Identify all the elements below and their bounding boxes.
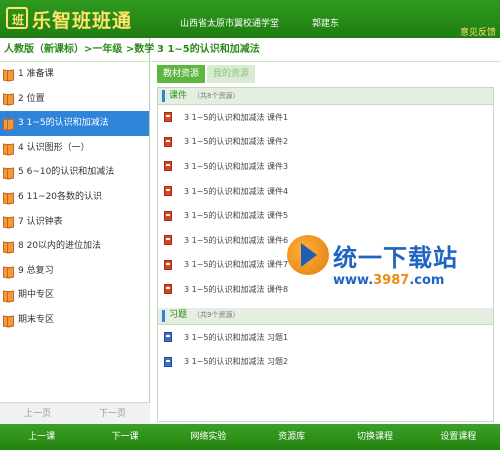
prev-lesson-button[interactable]: 上一课 [0,424,83,450]
slideshow-file-icon [164,136,172,147]
app-title: 乐智班班通 [32,10,133,32]
chapter-label: 2 位置 [18,93,45,104]
book-icon [3,168,14,177]
chapter-item[interactable]: 2 位置 [0,87,149,112]
resource-item[interactable]: 3 1~5的认识和加减法 课件4 [158,179,493,204]
chapter-item[interactable]: 1 准备课 [0,62,149,87]
slideshow-file-icon [164,210,172,221]
resource-label: 3 1~5的认识和加减法 课件4 [184,186,289,196]
section-header-courseware: 课件 （共8个资源） [158,88,493,105]
section-title: 习题 [169,310,188,321]
slideshow-file-icon [164,112,172,123]
resource-label: 3 1~5的认识和加减法 课件8 [184,284,289,294]
book-icon [3,70,14,79]
section-count: （共9个资源） [193,311,240,320]
book-icon [3,316,14,325]
chapter-label: 5 6~10的认识和加减法 [18,167,115,178]
feedback-link[interactable]: 意见反馈 [460,25,496,38]
chapter-item[interactable]: 8 20以内的进位加法 [0,234,149,259]
section-count: （共8个资源） [193,91,240,100]
slideshow-file-icon [164,235,172,246]
resource-item[interactable]: 3 1~5的认识和加减法 习题2 [158,349,493,374]
book-icon [3,144,14,153]
resource-label: 3 1~5的认识和加减法 课件6 [184,235,289,245]
chapter-list: 1 准备课 2 位置 3 1~5的认识和加减法 4 认识图形（一） 5 6~10的认识和… [0,62,149,333]
resource-item[interactable]: 3 1~5的认识和加减法 课件1 [158,105,493,130]
prev-page-button[interactable]: 上一页 [0,403,75,424]
chapter-label: 3 1~5的认识和加减法 [18,118,109,129]
user-name: 郭建东 [312,19,340,29]
next-lesson-button[interactable]: 下一课 [83,424,166,450]
bottom-toolbar: 上一课 下一课 网络实验 资源库 切换课程 设置课程 [0,424,500,450]
sidebar-pager: 上一页 下一页 [0,402,150,424]
chapter-item[interactable]: 3 1~5的认识和加减法 [0,111,149,136]
chapter-sidebar: 人教版（新课标）>一年级 >数学 1 准备课 2 位置 3 1~5的认识和加减法 4 … [0,38,154,424]
breadcrumb: 3 1~5的认识和加减法 [151,38,500,62]
book-icon [3,291,14,300]
resource-item[interactable]: 3 1~5的认识和加减法 课件2 [158,130,493,155]
resource-item[interactable]: 3 1~5的认识和加减法 课件7 [158,253,493,278]
chapter-label: 9 总复习 [18,265,54,276]
chapter-label: 7 认识钟表 [18,216,63,227]
resource-item[interactable]: 3 1~5的认识和加减法 课件6 [158,228,493,253]
document-file-icon [164,332,172,343]
resource-label: 3 1~5的认识和加减法 课件2 [184,137,289,147]
slideshow-file-icon [164,284,172,295]
book-icon [3,217,14,226]
resource-tabs: 教材资源 我的资源 [151,65,500,85]
section-header-exercise: 习题 （共9个资源） [158,307,493,325]
resource-label: 3 1~5的认识和加减法 课件5 [184,211,289,221]
resource-item[interactable]: 3 1~5的认识和加减法 课件5 [158,203,493,228]
chapter-item[interactable]: 4 认识图形（一） [0,136,149,161]
book-icon [3,193,14,202]
chapter-item[interactable]: 期末专区 [0,308,149,333]
chapter-label: 4 认识图形（一） [18,142,90,153]
tab-my-resources[interactable]: 我的资源 [207,65,255,83]
resource-item[interactable]: 3 1~5的认识和加减法 课件3 [158,154,493,179]
set-course-button[interactable]: 设置课程 [417,424,500,450]
chapter-item[interactable]: 6 11~20各数的认识 [0,185,149,210]
resource-library-button[interactable]: 资源库 [250,424,333,450]
chapter-item[interactable]: 9 总复习 [0,259,149,284]
resource-item[interactable]: 3 1~5的认识和加减法 课件8 [158,277,493,302]
logo-icon: 班 [6,7,28,29]
chapter-label: 1 准备课 [18,69,54,79]
book-icon [3,267,14,276]
textbook-path[interactable]: 人教版（新课标）>一年级 >数学 [0,38,154,62]
resource-label: 3 1~5的认识和加减法 课件3 [184,161,289,171]
school-name: 山西省太原市翼校通学堂 [180,19,280,29]
online-lab-button[interactable]: 网络实验 [167,424,250,450]
app-header: 班 乐智班班通 山西省太原市翼校通学堂 郭建东 意见反馈 [0,0,500,38]
book-icon [3,94,14,103]
chapter-item[interactable]: 期中专区 [0,283,149,308]
resource-label: 3 1~5的认识和加减法 课件7 [184,260,289,270]
slideshow-file-icon [164,161,172,172]
chapter-item[interactable]: 7 认识钟表 [0,210,149,235]
book-icon [3,242,14,251]
switch-course-button[interactable]: 切换课程 [333,424,416,450]
chapter-label: 8 20以内的进位加法 [18,241,102,252]
resource-label: 3 1~5的认识和加减法 课件1 [184,112,289,122]
section-marker [162,90,165,102]
next-page-button[interactable]: 下一页 [75,403,150,424]
section-title: 课件 [169,90,188,101]
tab-textbook-resources[interactable]: 教材资源 [157,65,205,83]
chapter-label: 期末专区 [18,314,55,325]
resource-list: 课件 （共8个资源） 3 1~5的认识和加减法 课件1 3 1~5的认识和加减法 课件… [157,87,494,422]
book-icon [3,119,14,128]
resource-label: 3 1~5的认识和加减法 习题1 [184,332,289,342]
slideshow-file-icon [164,259,172,270]
chapter-label: 期中专区 [18,290,55,301]
main-panel: 3 1~5的认识和加减法 教材资源 我的资源 课件 （共8个资源） 3 1~5的认识和… [151,38,500,424]
resource-label: 3 1~5的认识和加减法 习题2 [184,357,289,367]
document-file-icon [164,356,172,367]
section-marker [162,309,165,322]
resource-item[interactable]: 3 1~5的认识和加减法 习题1 [158,325,493,350]
slideshow-file-icon [164,186,172,197]
chapter-item[interactable]: 5 6~10的认识和加减法 [0,160,149,185]
chapter-label: 6 11~20各数的认识 [18,191,103,202]
